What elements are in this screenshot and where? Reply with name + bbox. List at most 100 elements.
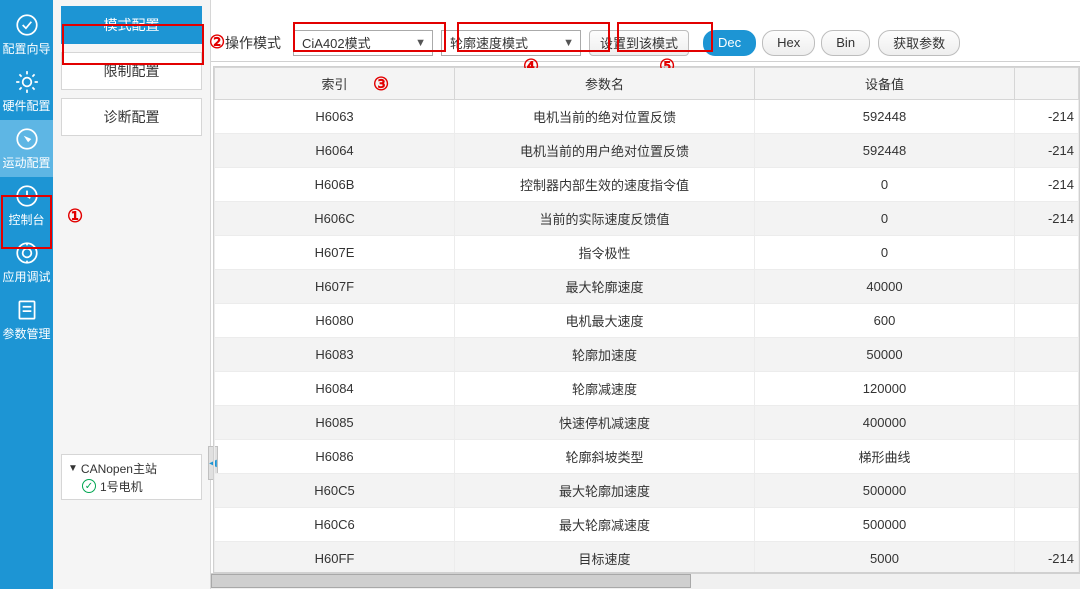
table-row[interactable]: H6086轮廓斜坡类型梯形曲线: [215, 440, 1079, 474]
cell: 指令极性: [455, 236, 755, 270]
cell: H606B: [215, 168, 455, 202]
table-row[interactable]: H607E指令极性0: [215, 236, 1079, 270]
hardware-icon: [14, 69, 40, 95]
rail-label: 配置向导: [2, 40, 50, 57]
motion-icon: [14, 126, 40, 152]
cell: H606C: [215, 202, 455, 236]
cell: [1015, 508, 1079, 542]
rail-item-params[interactable]: 参数管理: [0, 291, 53, 348]
get-params-button[interactable]: 获取参数: [878, 30, 960, 56]
cell: 最大轮廓减速度: [455, 508, 755, 542]
left-rail: 配置向导硬件配置运动配置控制台应用调试参数管理: [0, 0, 53, 589]
table-row[interactable]: H606B控制器内部生效的速度指令值0-214: [215, 168, 1079, 202]
cell: 120000: [755, 372, 1015, 406]
cell: [1015, 270, 1079, 304]
cell: 400000: [755, 406, 1015, 440]
status-ok-icon: ✓: [82, 479, 96, 493]
radix-dec-button[interactable]: Dec: [703, 30, 756, 56]
table-row[interactable]: H60FF目标速度5000-214: [215, 542, 1079, 574]
config-nav-panel: 模式配置限制配置诊断配置 ▼CANopen主站 ✓1号电机 ◀: [53, 0, 211, 589]
radix-bin-button[interactable]: Bin: [821, 30, 870, 56]
rail-label: 应用调试: [2, 268, 50, 285]
operation-mode-select[interactable]: CiA402模式 ▼: [293, 30, 433, 56]
col-extra: [1015, 68, 1079, 100]
main-area: 操作模式 CiA402模式 ▼ 轮廓速度模式 ▼ 设置到该模式 DecHexBi…: [211, 0, 1080, 589]
cell: -214: [1015, 542, 1079, 574]
col-device-value: 设备值: [755, 68, 1015, 100]
marker-3: ③: [373, 74, 389, 95]
rail-item-motion[interactable]: 运动配置: [0, 120, 53, 177]
nav-诊断配置[interactable]: 诊断配置: [61, 98, 202, 136]
mode-label: 操作模式: [225, 33, 281, 53]
col-index: 索引 ③: [215, 68, 455, 100]
cell: 40000: [755, 270, 1015, 304]
rail-item-hardware[interactable]: 硬件配置: [0, 63, 53, 120]
table-row[interactable]: H6080电机最大速度600: [215, 304, 1079, 338]
table-row[interactable]: H6063电机当前的绝对位置反馈592448-214: [215, 100, 1079, 134]
cell: 50000: [755, 338, 1015, 372]
params-icon: [14, 297, 40, 323]
cell: [1015, 236, 1079, 270]
cell: [1015, 406, 1079, 440]
horizontal-scrollbar[interactable]: [211, 573, 1080, 589]
cell: H6083: [215, 338, 455, 372]
chevron-down-icon: ▼: [563, 37, 574, 49]
nav-模式配置[interactable]: 模式配置: [61, 6, 202, 44]
rail-item-console[interactable]: 控制台: [0, 177, 53, 234]
cell: 电机最大速度: [455, 304, 755, 338]
tree-expand-icon[interactable]: ▼: [68, 463, 78, 474]
cell: 电机当前的用户绝对位置反馈: [455, 134, 755, 168]
table-row[interactable]: H6064电机当前的用户绝对位置反馈592448-214: [215, 134, 1079, 168]
cell: 控制器内部生效的速度指令值: [455, 168, 755, 202]
cell: 0: [755, 168, 1015, 202]
parameter-table-wrap[interactable]: 索引 ③ 参数名 设备值 H6063电机当前的绝对位置反馈592448-214H…: [213, 66, 1080, 573]
cell: 电机当前的绝对位置反馈: [455, 100, 755, 134]
radix-hex-button[interactable]: Hex: [762, 30, 815, 56]
rail-label: 硬件配置: [2, 97, 50, 114]
cell: 快速停机减速度: [455, 406, 755, 440]
table-row[interactable]: H6084轮廓减速度120000: [215, 372, 1079, 406]
cell: 最大轮廓速度: [455, 270, 755, 304]
cell: H6080: [215, 304, 455, 338]
cell: 当前的实际速度反馈值: [455, 202, 755, 236]
console-icon: [14, 183, 40, 209]
nav-限制配置[interactable]: 限制配置: [61, 52, 202, 90]
cell: 592448: [755, 134, 1015, 168]
table-row[interactable]: H60C5最大轮廓加速度500000: [215, 474, 1079, 508]
cell: 600: [755, 304, 1015, 338]
table-row[interactable]: H6085快速停机减速度400000: [215, 406, 1079, 440]
cell: -214: [1015, 202, 1079, 236]
set-mode-button[interactable]: 设置到该模式: [589, 30, 689, 56]
tree-child-label[interactable]: 1号电机: [100, 478, 143, 495]
rail-item-debug[interactable]: 应用调试: [0, 234, 53, 291]
cell: 0: [755, 202, 1015, 236]
cell: [1015, 474, 1079, 508]
cell: 轮廓斜坡类型: [455, 440, 755, 474]
cell: 500000: [755, 508, 1015, 542]
profile-mode-select[interactable]: 轮廓速度模式 ▼: [441, 30, 581, 56]
cell: 592448: [755, 100, 1015, 134]
cell: [1015, 440, 1079, 474]
rail-label: 控制台: [8, 211, 44, 228]
cell: H60C6: [215, 508, 455, 542]
cell: H60C5: [215, 474, 455, 508]
rail-item-wizard[interactable]: 配置向导: [0, 6, 53, 63]
cell: H607E: [215, 236, 455, 270]
scrollbar-thumb[interactable]: [211, 574, 691, 588]
cell: 5000: [755, 542, 1015, 574]
wizard-icon: [14, 12, 40, 38]
cell: 最大轮廓加速度: [455, 474, 755, 508]
cell: 轮廓加速度: [455, 338, 755, 372]
cell: 目标速度: [455, 542, 755, 574]
table-row[interactable]: H607F最大轮廓速度40000: [215, 270, 1079, 304]
parameter-table: 索引 ③ 参数名 设备值 H6063电机当前的绝对位置反馈592448-214H…: [214, 67, 1079, 573]
cell: 轮廓减速度: [455, 372, 755, 406]
device-tree[interactable]: ▼CANopen主站 ✓ 1号电机: [61, 454, 202, 500]
debug-icon: [14, 240, 40, 266]
table-row[interactable]: H6083轮廓加速度50000: [215, 338, 1079, 372]
tree-root-label[interactable]: CANopen主站: [81, 460, 157, 477]
table-row[interactable]: H60C6最大轮廓减速度500000: [215, 508, 1079, 542]
cell: H6084: [215, 372, 455, 406]
table-row[interactable]: H606C当前的实际速度反馈值0-214: [215, 202, 1079, 236]
rail-label: 运动配置: [2, 154, 50, 171]
